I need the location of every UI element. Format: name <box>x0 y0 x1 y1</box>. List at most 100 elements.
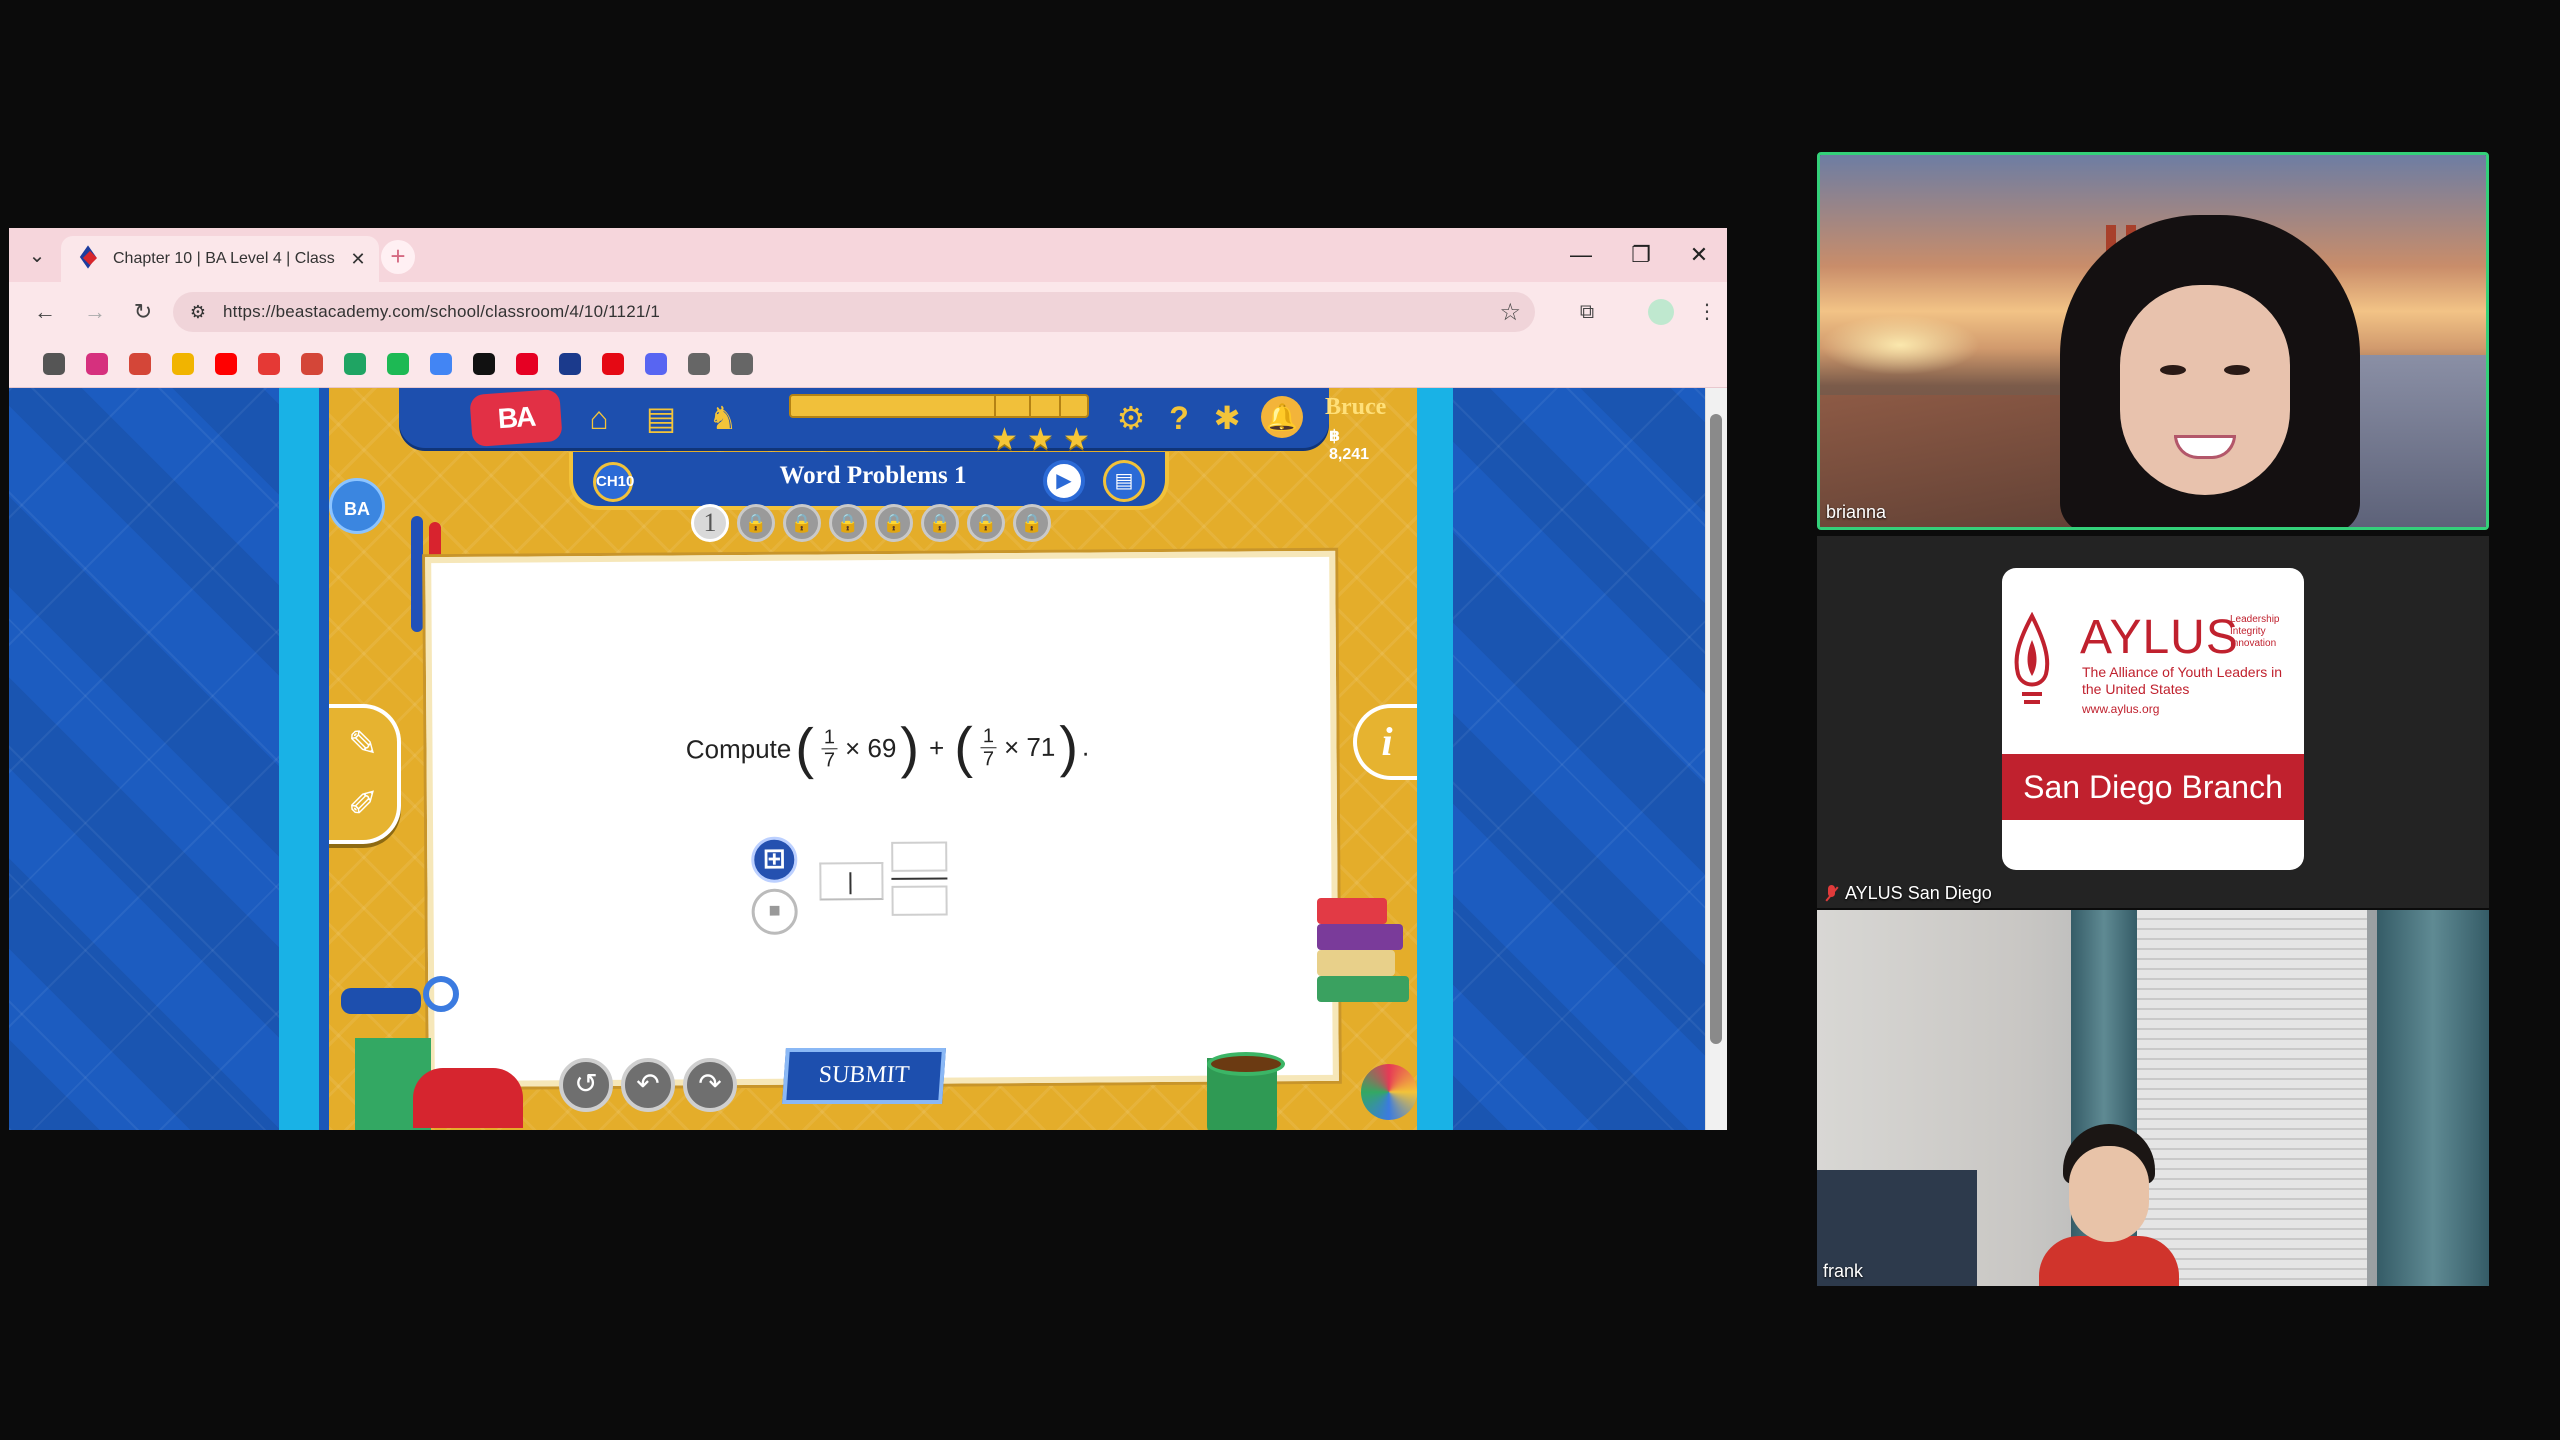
undo-button[interactable]: ↶ <box>621 1058 675 1112</box>
participant-name: frank <box>1823 1261 1864 1281</box>
school-icon[interactable]: ⌂ <box>579 398 619 438</box>
beast-academy-favicon-icon <box>79 248 101 270</box>
books-decoration <box>1317 898 1413 1018</box>
translate-icon[interactable] <box>430 353 452 375</box>
tab-active[interactable]: Chapter 10 | BA Level 4 | Classroom ✕ <box>61 236 379 282</box>
scrollbar-thumb[interactable] <box>1710 414 1722 1044</box>
problem-dot-current[interactable]: 1 <box>691 504 729 542</box>
right-background <box>1417 388 1707 1130</box>
settings-icon[interactable]: ✱ <box>1207 398 1247 438</box>
answer-format-toggle-button[interactable]: ⊞ <box>751 836 798 883</box>
problem-dot-locked: 🔒 <box>1013 504 1051 542</box>
problem-dot-locked: 🔒 <box>875 504 913 542</box>
fraction-numerator: 1 <box>980 724 997 748</box>
forward-button[interactable]: → <box>79 296 111 328</box>
netflix-icon[interactable] <box>602 353 624 375</box>
maximize-button[interactable]: ❐ <box>1611 238 1671 272</box>
aylus-logo-card: AYLUS Leadership Integrity Innovation Th… <box>2002 568 2304 870</box>
redo-button[interactable]: ↷ <box>683 1058 737 1112</box>
clear-answer-button[interactable]: ■ <box>751 888 798 935</box>
participant-tile-frank[interactable]: frank <box>1817 910 2489 1286</box>
pencil-icon[interactable]: ✎ <box>341 722 385 766</box>
submit-button[interactable]: SUBMIT <box>782 1048 946 1104</box>
tab-close-icon[interactable]: ✕ <box>347 249 369 270</box>
gmail-icon[interactable] <box>301 353 323 375</box>
question-period: . <box>1081 731 1090 762</box>
fraction: 1 7 <box>821 725 838 771</box>
participant-name: AYLUS San Diego <box>1823 883 1992 904</box>
achievements-icon[interactable]: ⚙ <box>1111 398 1151 438</box>
instagram-icon[interactable] <box>86 353 108 375</box>
aylus-url: www.aylus.org <box>2082 702 2160 716</box>
notifications-bell-icon[interactable]: 🔔 <box>1261 396 1303 438</box>
multiplication-term: × 69 <box>844 732 897 763</box>
browser-menu-icon[interactable]: ⋮ <box>1691 296 1723 328</box>
spotify-icon[interactable] <box>387 353 409 375</box>
google-drive-icon[interactable] <box>344 353 366 375</box>
reset-button[interactable]: ↺ <box>559 1058 613 1112</box>
coffee-mug-decoration <box>1207 1052 1285 1130</box>
minimize-button[interactable]: — <box>1551 238 1611 272</box>
reload-button[interactable]: ↻ <box>127 296 159 328</box>
problem-card: Compute ( 1 7 × 69 ) + ( 1 7 × 71 ) . ⊞ … <box>425 550 1339 1088</box>
tab-search-dropdown[interactable]: ⌄ <box>23 242 51 270</box>
open-guide-button[interactable]: ▤ <box>1103 460 1145 502</box>
lesson-title-bar: CH10 Word Problems 1 ▶ ▤ <box>569 452 1169 510</box>
profile-avatar[interactable] <box>1645 296 1677 328</box>
fraction: 1 7 <box>980 724 997 770</box>
beast-academy-logo[interactable]: BA <box>469 388 563 448</box>
folder-icon[interactable] <box>688 353 710 375</box>
answer-denominator-input[interactable] <box>891 885 948 916</box>
microphone-muted-icon <box>1823 884 1839 903</box>
aylus-tags: Leadership Integrity Innovation <box>2230 614 2280 649</box>
answer-numerator-input[interactable] <box>891 841 948 872</box>
participant-tile-brianna[interactable]: brianna <box>1817 152 2489 530</box>
stapler-decoration <box>413 1068 523 1128</box>
page-viewport: BA ⌂ ▤ ♞ ★ ★ ★ ⚙ ? ✱ 🔔 Bruce ฿ 8,241 CH1… <box>9 388 1727 1130</box>
tab-strip: ⌄ Chapter 10 | BA Level 4 | Classroom ✕ … <box>9 228 1727 282</box>
question-text: Compute ( 1 7 × 69 ) + ( 1 7 × 71 ) . <box>685 714 1090 780</box>
page-scrollbar[interactable] <box>1705 388 1727 1130</box>
side-logo-badge[interactable]: BA <box>329 478 385 534</box>
pinterest-icon[interactable] <box>516 353 538 375</box>
extensions-icon[interactable]: ⧉ <box>1571 296 1603 328</box>
address-bar[interactable]: ⚙ https://beastacademy.com/school/classr… <box>173 292 1535 332</box>
chatgpt-icon[interactable] <box>473 353 495 375</box>
drawing-tools-panel: ✎ ✐ <box>329 704 401 844</box>
answer-whole-number-input[interactable] <box>819 861 884 901</box>
ink-pen-icon[interactable] <box>258 353 280 375</box>
participant-video-person <box>2060 215 2360 527</box>
new-tab-button[interactable]: + <box>381 240 415 274</box>
discord-icon[interactable] <box>645 353 667 375</box>
apps-grid-icon[interactable] <box>43 353 65 375</box>
aylus-name: AYLUS <box>2080 611 2239 664</box>
folder-icon[interactable] <box>731 353 753 375</box>
book-icon[interactable]: ▤ <box>641 398 681 438</box>
problem-dot-locked: 🔒 <box>829 504 867 542</box>
url-text[interactable]: https://beastacademy.com/school/classroo… <box>223 302 1485 322</box>
play-video-button[interactable]: ▶ <box>1043 460 1085 502</box>
back-button[interactable]: ← <box>29 296 61 328</box>
adobe-icon[interactable] <box>559 353 581 375</box>
problem-dot-locked: 🔒 <box>921 504 959 542</box>
chapter-progress-bar <box>789 394 1089 418</box>
yarn-ball-decoration <box>1361 1064 1417 1120</box>
youtube-icon[interactable] <box>215 353 237 375</box>
right-stripe <box>1413 388 1453 1130</box>
answer-controls: ↺ ↶ ↷ <box>559 1058 749 1118</box>
google-classroom-icon[interactable] <box>172 353 194 375</box>
fraction-numerator: 1 <box>821 725 838 749</box>
close-window-button[interactable]: ✕ <box>1669 238 1727 272</box>
help-icon[interactable]: ? <box>1159 398 1199 438</box>
participant-tile-aylus[interactable]: AYLUS Leadership Integrity Innovation Th… <box>1817 536 2489 908</box>
aylus-flame-icon <box>2014 612 2050 704</box>
gmail-icon[interactable] <box>129 353 151 375</box>
game-top-nav: BA ⌂ ▤ ♞ ★ ★ ★ ⚙ ? ✱ 🔔 Bruce ฿ 8,241 <box>399 388 1386 463</box>
multiplication-term: × 71 <box>1003 731 1056 762</box>
participant-name: brianna <box>1826 502 1887 522</box>
bookmark-star-icon[interactable]: ☆ <box>1499 298 1521 327</box>
user-name[interactable]: Bruce <box>1325 394 1386 421</box>
site-info-icon[interactable]: ⚙ <box>187 301 209 323</box>
lab-icon[interactable]: ♞ <box>703 398 743 438</box>
eraser-icon[interactable]: ✐ <box>341 782 385 826</box>
